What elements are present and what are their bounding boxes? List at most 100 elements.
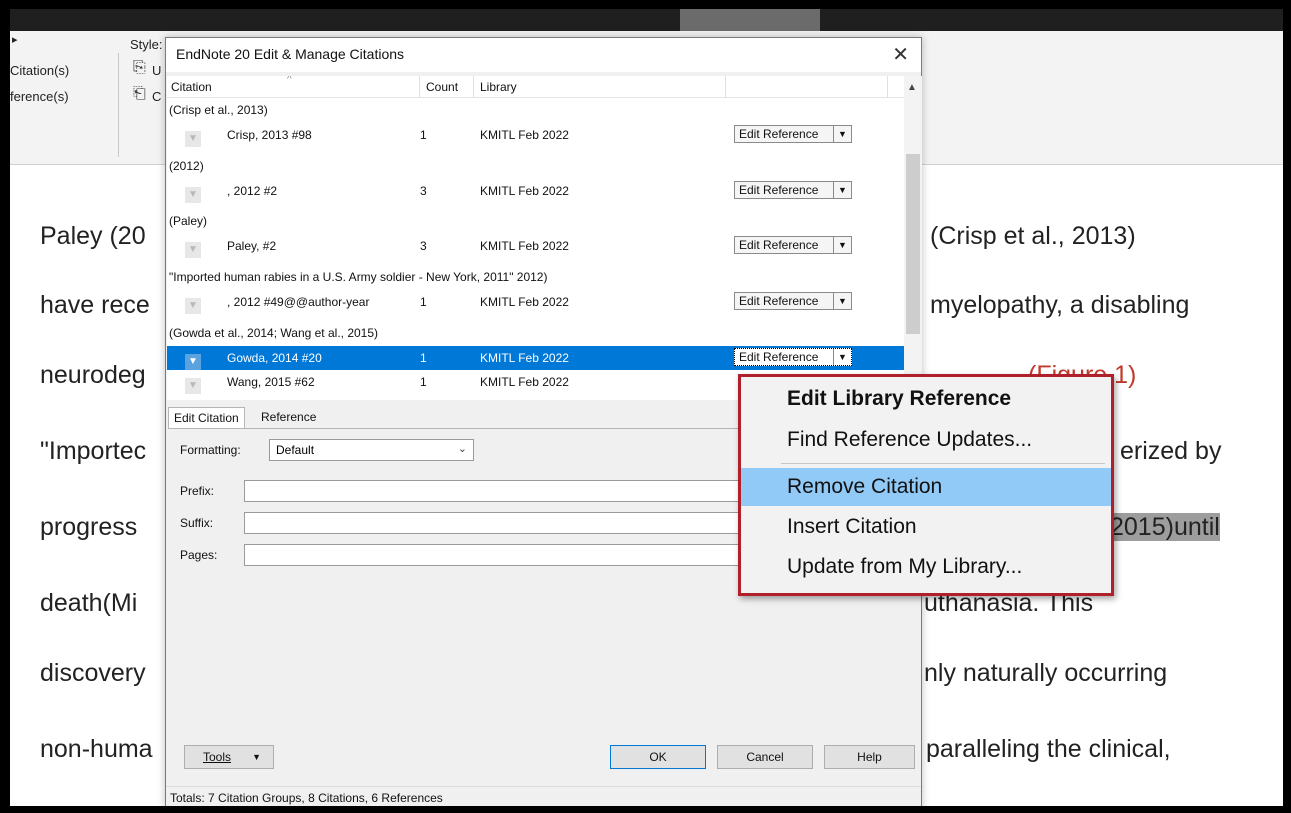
column-count[interactable]: Count [426,80,458,94]
doc-line-left: progress [40,513,138,541]
convert-citations-icon[interactable]: ⎗ [133,85,146,103]
move-down-icon[interactable]: ▼ [185,354,201,370]
citation-group[interactable]: (Gowda et al., 2014; Wang et al., 2015) [169,326,378,340]
update-citations-icon[interactable]: ⎘ [133,59,146,77]
doc-line-left: death(Mi [40,589,138,617]
citation-group[interactable]: "Imported human rabies in a U.S. Army so… [169,270,547,284]
tab-reference[interactable]: Reference [256,407,321,429]
chevron-down-icon[interactable]: ▼ [833,237,851,253]
screenshot-frame: Style: ▸ Citation(s) ference(s) ⎘ U ⎗ C … [10,9,1283,806]
doc-line-right: erized by [1120,437,1222,465]
status-totals: Totals: 7 Citation Groups, 8 Citations, … [170,791,443,805]
scroll-up-icon[interactable]: ▲ [907,82,917,93]
chevron-down-icon[interactable]: ▼ [833,293,851,309]
menu-item-label: Insert Citation [787,515,917,538]
update-citations-label[interactable]: U [152,63,161,78]
citation-library: KMITL Feb 2022 [480,239,569,253]
doc-line-left: non-huma [40,735,153,763]
suffix-label: Suffix: [180,516,214,530]
citation-row[interactable]: ▲▼ , 2012 #2 3 KMITL Feb 2022 Edit Refer… [167,179,904,203]
prefix-input[interactable] [244,480,764,502]
move-down-icon[interactable]: ▼ [185,378,201,394]
edit-reference-button[interactable]: Edit Reference ▼ [734,236,852,254]
tools-label: Tools [203,750,232,764]
citation-name: Gowda, 2014 #20 [227,351,322,365]
bibliography-button[interactable]: ference(s) [10,89,69,104]
doc-line-right: 2015)until [1110,513,1220,542]
cancel-button[interactable]: Cancel [717,745,813,769]
edit-reference-button[interactable]: Edit Reference ▼ [734,348,852,366]
citation-count: 1 [420,375,427,389]
move-down-icon[interactable]: ▼ [185,131,201,147]
edit-reference-label: Edit Reference [739,294,819,308]
edit-reference-label: Edit Reference [739,350,819,364]
citation-name: Crisp, 2013 #98 [227,128,312,142]
citation-name: , 2012 #2 [227,184,278,198]
title-bar [10,9,1283,31]
suffix-input[interactable] [244,512,764,534]
doc-line-left: neurodeg [40,361,146,389]
move-down-icon[interactable]: ▼ [185,242,201,258]
style-label: Style: [130,37,163,52]
edit-reference-context-menu: Edit Library Reference Find Reference Up… [738,374,1114,596]
move-down-icon[interactable]: ▼ [185,187,201,203]
ribbon-tab-hint [680,9,820,31]
menu-remove-citation[interactable]: Remove Citation [741,468,1111,506]
tools-button[interactable]: Tools ▼ [184,745,274,769]
formatting-value: Default [276,443,315,457]
edit-reference-button[interactable]: Edit Reference ▼ [734,292,852,310]
citation-row[interactable]: ▲▼ Crisp, 2013 #98 1 KMITL Feb 2022 Edit… [167,123,904,147]
menu-find-reference-updates[interactable]: Find Reference Updates... [741,421,1111,459]
convert-citations-label[interactable]: C [152,89,161,104]
pages-input[interactable] [244,544,764,566]
ribbon-divider [118,53,119,157]
citation-name: Wang, 2015 #62 [227,375,315,389]
close-icon[interactable]: ✕ [892,42,909,67]
caret-down-icon: ▼ [252,752,261,762]
column-library[interactable]: Library [480,80,517,94]
citation-count: 1 [420,351,427,365]
edit-reference-label: Edit Reference [739,127,819,141]
highlighted-citation: 2015)until [1110,513,1220,541]
menu-update-from-library[interactable]: Update from My Library... [741,548,1111,586]
doc-line-left: discovery [40,659,146,687]
menu-edit-library-reference[interactable]: Edit Library Reference [741,380,1111,418]
edit-reference-button[interactable]: Edit Reference ▼ [734,125,852,143]
citation-count: 3 [420,184,427,198]
scroll-thumb[interactable] [906,154,920,334]
citation-row[interactable]: ▲▼ Paley, #2 3 KMITL Feb 2022 Edit Refer… [167,234,904,258]
chevron-down-icon[interactable]: ▼ [833,182,851,198]
formatting-label: Formatting: [180,443,241,457]
citation-library: KMITL Feb 2022 [480,184,569,198]
column-citation[interactable]: Citation [171,80,212,94]
chevron-down-icon[interactable]: ▼ [833,126,851,142]
tab-edit-citation[interactable]: Edit Citation [168,407,245,429]
column-divider [887,76,888,98]
column-divider [725,76,726,98]
ok-button[interactable]: OK [610,745,706,769]
dialog-title: EndNote 20 Edit & Manage Citations [176,46,405,62]
citation-group[interactable]: (Paley) [169,214,207,228]
menu-insert-citation[interactable]: Insert Citation [741,508,1111,546]
move-down-icon[interactable]: ▼ [185,298,201,314]
help-button[interactable]: Help [824,745,915,769]
doc-line-left: have rece [40,291,150,319]
edit-reference-label: Edit Reference [739,183,819,197]
status-bar: Totals: 7 Citation Groups, 8 Citations, … [166,786,921,806]
pages-label: Pages: [180,548,218,562]
formatting-select[interactable]: Default ⌄ [269,439,474,461]
grid-scrollbar[interactable]: ▲ [904,76,922,400]
chevron-down-icon[interactable]: ▼ [833,349,851,365]
edit-reference-button[interactable]: Edit Reference ▼ [734,181,852,199]
chevron-down-icon: ⌄ [457,443,467,455]
citation-group[interactable]: (Crisp et al., 2013) [169,103,268,117]
citation-row-selected[interactable]: ▲▼ Gowda, 2014 #20 1 KMITL Feb 2022 Edit… [167,346,904,370]
doc-line-left: Paley (20 [40,222,146,250]
menu-item-label: Update from My Library... [787,555,1023,578]
doc-line-right: (Crisp et al., 2013) [930,222,1136,250]
citation-row[interactable]: ▲▼ , 2012 #49@@author-year 1 KMITL Feb 2… [167,290,904,314]
menu-item-label: Find Reference Updates... [787,428,1033,451]
citation-group[interactable]: (2012) [169,159,204,173]
ribbon-fragment: ▸ [12,34,18,46]
insert-citation-button[interactable]: Citation(s) [10,63,69,78]
